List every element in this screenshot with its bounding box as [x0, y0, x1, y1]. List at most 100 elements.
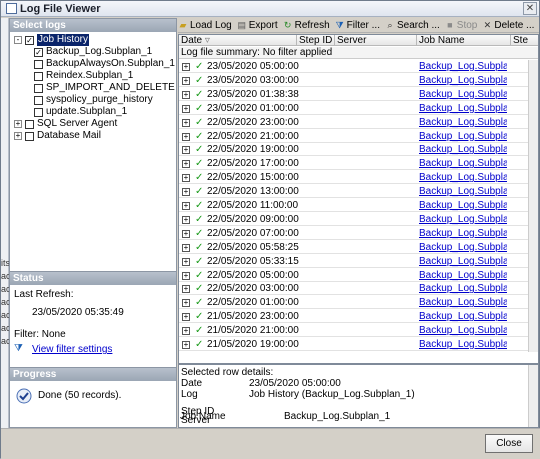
expand-row-icon[interactable]: + [182, 171, 190, 184]
table-row[interactable]: + ✓23/05/2020 03:00:00 Backup_Log.Subplan_… [179, 74, 538, 87]
expand-row-icon[interactable]: + [182, 185, 190, 198]
table-row[interactable]: + ✓23/05/2020 01:00:00 Backup_Log.Subplan_… [179, 102, 538, 115]
tree-checkbox[interactable] [25, 119, 34, 129]
table-row[interactable]: + ✓22/05/2020 13:00:00 Backup_Log.Subplan_… [179, 185, 538, 199]
tree-node[interactable]: update.Subplan_1 [34, 106, 127, 118]
row-job-name-link[interactable]: Backup_Log.Subplan_1 [419, 338, 507, 351]
delete-button[interactable]: ✕ Delete ... [482, 20, 535, 31]
table-row[interactable]: + ✓22/05/2020 21:00:00 Backup_Log.Subplan_… [179, 130, 538, 143]
tree-checkbox[interactable] [34, 83, 43, 93]
column-header-step[interactable]: Ste [511, 35, 538, 46]
row-job-name-link[interactable]: Backup_Log.Subplan_1 [419, 282, 507, 295]
table-row[interactable]: + ✓22/05/2020 09:00:00 Backup_Log.Subplan_… [179, 213, 538, 226]
column-header-step-id[interactable]: Step ID [297, 35, 335, 46]
collapse-icon[interactable]: - [14, 36, 22, 44]
export-button[interactable]: ▤ Export [237, 20, 277, 31]
table-row[interactable]: + ✓23/05/2020 05:00:00 Backup_Log.Subplan_… [179, 60, 538, 73]
expand-row-icon[interactable]: + [182, 88, 190, 101]
expand-row-icon[interactable]: + [182, 310, 190, 323]
close-window-button[interactable]: ✕ [523, 2, 537, 15]
tree-node[interactable]: Reindex.Subplan_1 [34, 70, 133, 82]
row-job-name-link[interactable]: Backup_Log.Subplan_1 [419, 88, 507, 101]
expand-row-icon[interactable]: + [182, 255, 190, 268]
table-row[interactable]: + ✓22/05/2020 01:00:00 Backup_Log.Subplan_… [179, 296, 538, 310]
tree-checkbox[interactable] [34, 71, 43, 81]
row-job-name-link[interactable]: Backup_Log.Subplan_1 [419, 269, 507, 282]
row-job-name-link[interactable]: Backup_Log.Subplan_1 [419, 241, 507, 254]
table-row[interactable]: + ✓23/05/2020 01:38:38 Backup_Log.Subplan_… [179, 88, 538, 101]
row-job-name-link[interactable]: Backup_Log.Subplan_1 [419, 102, 507, 115]
expand-row-icon[interactable]: + [182, 296, 190, 309]
expand-row-icon[interactable]: + [182, 227, 190, 240]
row-job-name-link[interactable]: Backup_Log.Subplan_1 [419, 143, 507, 156]
table-row[interactable]: + ✓22/05/2020 17:00:00 Backup_Log.Subplan_… [179, 157, 538, 171]
expand-row-icon[interactable]: + [182, 130, 190, 143]
tree-node[interactable]: BackupAlwaysOn.Subplan_1 [34, 58, 175, 70]
table-row[interactable]: + ✓22/05/2020 23:00:00 Backup_Log.Subplan_… [179, 116, 538, 129]
table-row[interactable]: + ✓21/05/2020 23:00:00 Backup_Log.Subplan_… [179, 310, 538, 324]
expand-row-icon[interactable]: + [182, 60, 190, 73]
tree-checkbox[interactable] [34, 95, 43, 105]
row-job-name-link[interactable]: Backup_Log.Subplan_1 [419, 171, 507, 184]
expand-icon[interactable]: + [14, 132, 22, 140]
tree-node[interactable]: + Database Mail [14, 130, 101, 142]
table-row[interactable]: + ✓22/05/2020 05:58:25 Backup_Log.Subplan_… [179, 241, 538, 254]
tree-node[interactable]: - ✓ Job History [14, 34, 90, 46]
column-header-job-name[interactable]: Job Name [417, 35, 511, 46]
row-job-name-link[interactable]: Backup_Log.Subplan_1 [419, 60, 507, 73]
tree-node[interactable]: ✓ Backup_Log.Subplan_1 [34, 46, 152, 58]
search-button[interactable]: ⌕ Search ... [385, 20, 439, 31]
refresh-button[interactable]: ↻ Refresh [283, 20, 330, 31]
row-job-name-link[interactable]: Backup_Log.Subplan_1 [419, 116, 507, 129]
tree-node[interactable]: syspolicy_purge_history [34, 94, 153, 106]
expand-row-icon[interactable]: + [182, 74, 190, 87]
table-row[interactable]: + ✓21/05/2020 21:00:00 Backup_Log.Subplan_… [179, 324, 538, 338]
row-job-name-link[interactable]: Backup_Log.Subplan_1 [419, 130, 507, 143]
grid-scrollbar[interactable] [528, 60, 538, 352]
expand-row-icon[interactable]: + [182, 282, 190, 295]
view-filter-settings-link[interactable]: View filter settings [32, 344, 112, 355]
row-job-name-link[interactable]: Backup_Log.Subplan_1 [419, 74, 507, 87]
table-row[interactable]: + ✓22/05/2020 05:00:00 Backup_Log.Subplan_… [179, 269, 538, 282]
tree-checkbox[interactable] [34, 107, 43, 117]
close-button[interactable]: Close [485, 434, 533, 453]
row-job-name-link[interactable]: Backup_Log.Subplan_1 [419, 185, 507, 198]
expand-row-icon[interactable]: + [182, 102, 190, 115]
stop-button[interactable]: ■ Stop [445, 20, 477, 31]
expand-row-icon[interactable]: + [182, 157, 190, 170]
table-row[interactable]: + ✓22/05/2020 07:00:00 Backup_Log.Subplan_… [179, 227, 538, 240]
expand-row-icon[interactable]: + [182, 143, 190, 156]
expand-row-icon[interactable]: + [182, 116, 190, 129]
row-job-name-link[interactable]: Backup_Log.Subplan_1 [419, 296, 507, 309]
row-job-name-link[interactable]: Backup_Log.Subplan_1 [419, 255, 507, 268]
expand-row-icon[interactable]: + [182, 213, 190, 226]
tree-checkbox[interactable]: ✓ [34, 47, 43, 57]
tree-checkbox[interactable] [25, 131, 34, 141]
tree-checkbox[interactable] [34, 59, 43, 69]
tree-node[interactable]: SP_IMPORT_AND_DELETE [34, 82, 175, 94]
expand-row-icon[interactable]: + [182, 241, 190, 254]
load-log-button[interactable]: ▰ Load Log [178, 20, 232, 31]
table-row[interactable]: + ✓22/05/2020 03:00:00 Backup_Log.Subplan_… [179, 282, 538, 296]
expand-row-icon[interactable]: + [182, 199, 190, 212]
expand-row-icon[interactable]: + [182, 338, 190, 351]
table-row[interactable]: + ✓21/05/2020 19:00:00 Backup_Log.Subplan_… [179, 338, 538, 351]
row-job-name-link[interactable]: Backup_Log.Subplan_1 [419, 213, 507, 226]
row-job-name-link[interactable]: Backup_Log.Subplan_1 [419, 199, 507, 212]
filter-button[interactable]: ⧩ Filter ... [335, 20, 380, 31]
table-row[interactable]: + ✓22/05/2020 15:00:00 Backup_Log.Subplan_… [179, 171, 538, 185]
row-job-name-link[interactable]: Backup_Log.Subplan_1 [419, 324, 507, 337]
tree-checkbox[interactable]: ✓ [25, 35, 34, 45]
expand-row-icon[interactable]: + [182, 324, 190, 337]
column-header-server[interactable]: Server [335, 35, 417, 46]
details-scrollbar[interactable] [528, 365, 538, 427]
row-job-name-link[interactable]: Backup_Log.Subplan_1 [419, 227, 507, 240]
table-row[interactable]: + ✓22/05/2020 11:00:00 Backup_Log.Subplan_… [179, 199, 538, 212]
table-row[interactable]: + ✓22/05/2020 19:00:00 Backup_Log.Subplan_… [179, 143, 538, 157]
table-row[interactable]: + ✓22/05/2020 05:33:15 Backup_Log.Subplan_… [179, 255, 538, 268]
row-job-name-link[interactable]: Backup_Log.Subplan_1 [419, 157, 507, 170]
tree-node[interactable]: + SQL Server Agent [14, 118, 117, 130]
row-job-name-link[interactable]: Backup_Log.Subplan_1 [419, 310, 507, 323]
expand-row-icon[interactable]: + [182, 269, 190, 282]
expand-icon[interactable]: + [14, 120, 22, 128]
